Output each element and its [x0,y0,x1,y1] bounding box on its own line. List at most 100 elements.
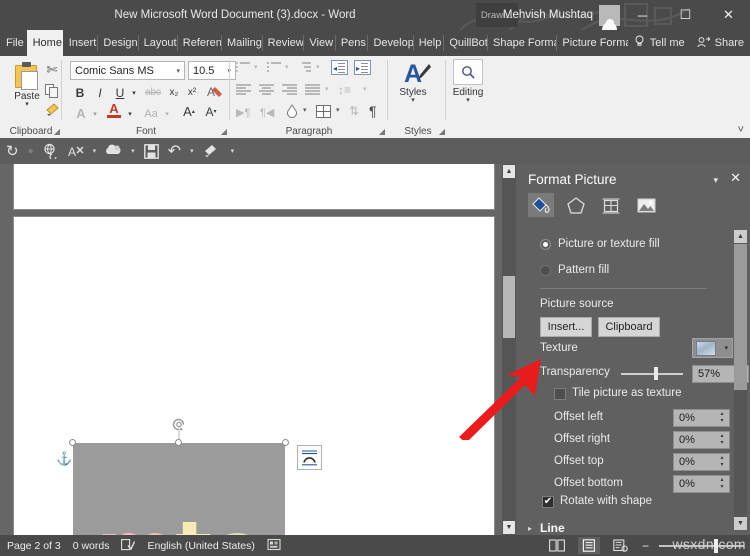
line-spacing-icon[interactable]: ↕≡ [338,83,351,97]
spinner-arrows-icon[interactable]: ▴▾ [717,454,727,470]
accessibility-icon[interactable] [267,538,281,554]
chevron-down-icon[interactable]: ▾ [411,97,415,104]
spinner-arrows-icon[interactable]: ▴▾ [717,432,727,448]
align-center-icon[interactable] [259,84,274,95]
tab-pens[interactable]: Pens [334,30,368,56]
maximize-button[interactable]: ☐ [664,0,707,30]
scroll-down-icon[interactable]: ▼ [503,521,515,534]
word-count[interactable]: 0 words [73,540,110,552]
tab-view[interactable]: View [303,30,334,56]
offset-top-input[interactable]: 0% ▴ ▾ [673,453,730,471]
tab-design[interactable]: Design [97,30,138,56]
scrollbar-thumb[interactable] [503,276,515,338]
document-scrollbar[interactable]: ▲ ▼ [502,164,516,535]
offset-left-input[interactable]: 0% ▴ ▾ [673,409,730,427]
font-dialog-launcher[interactable]: ◢ [221,127,227,136]
layout-options-icon[interactable] [297,445,322,470]
pane-scrollbar[interactable]: ▲ ▼ [734,230,747,530]
subscript-button[interactable]: x₂ [166,83,182,102]
tab-help[interactable]: Help [412,30,444,56]
language-label[interactable]: English (United States) [147,540,254,552]
italic-button[interactable]: I [92,83,108,102]
clipboard-button[interactable]: Clipboard [598,317,660,337]
fill-and-line-tab[interactable] [528,193,554,217]
spelling-check-icon[interactable]: A [68,142,84,160]
paste-button[interactable]: Paste ▾ [8,60,46,122]
scroll-up-icon[interactable]: ▲ [734,230,747,243]
bullets-caret-icon[interactable]: ▾ [254,63,258,71]
right-to-left-icon[interactable]: ¶◀ [260,106,274,119]
bullet-list-icon[interactable] [236,62,250,72]
selected-picture[interactable]: mte [69,418,289,535]
tab-review[interactable]: Review [261,30,303,56]
align-left-icon[interactable] [236,84,251,95]
record-dot-icon[interactable]: ● [28,142,34,160]
align-caret-icon[interactable]: ▾ [325,85,329,93]
change-case-caret-icon[interactable]: ▾ [162,104,172,123]
multilevel-caret-icon[interactable]: ▾ [316,63,320,71]
styles-dialog-launcher[interactable]: ◢ [439,127,445,136]
offset-right-input[interactable]: 0% ▴ ▾ [673,431,730,449]
decrease-indent-icon[interactable]: ◂ [331,60,348,75]
scroll-down-icon[interactable]: ▼ [734,517,747,530]
bold-button[interactable]: B [72,83,88,102]
layout-properties-tab[interactable] [598,193,624,217]
font-name-combo[interactable]: Comic Sans MS ▾ [70,61,185,80]
chevron-down-icon[interactable]: ▾ [466,97,470,104]
fill-option-pattern[interactable]: Pattern fill [540,264,609,276]
resize-handle-top-right[interactable] [282,439,289,446]
transparency-slider-thumb[interactable] [654,367,658,380]
page-info[interactable]: Page 2 of 3 [7,540,61,552]
editing-button[interactable]: Editing ▾ [446,59,490,123]
zoom-out-button[interactable]: − [642,539,649,553]
rotate-handle-icon[interactable] [172,417,187,432]
fill-option-picture-or-texture[interactable]: Picture or texture fill [540,238,660,250]
insert-button[interactable]: Insert... [540,317,592,337]
shading-caret-icon[interactable]: ▾ [303,106,307,114]
share-button[interactable]: Share [691,36,750,51]
shrink-font-button[interactable]: A ▾ [202,102,220,121]
pane-scrollbar-thumb[interactable] [734,244,747,390]
spinner-arrows-icon[interactable]: ▴▾ [717,410,727,426]
effects-tab[interactable] [563,193,589,217]
tile-picture-checkbox[interactable] [554,388,566,400]
borders-caret-icon[interactable]: ▾ [336,106,340,114]
tab-quillbot[interactable]: QuillBot [443,30,487,56]
tab-developer[interactable]: Develop [367,30,413,56]
underline-options-caret-icon[interactable]: ▾ [129,83,139,102]
minimize-button[interactable]: ─ [621,0,664,30]
text-highlight-icon[interactable]: A [72,104,90,123]
web-layout-icon[interactable] [610,537,632,554]
line-section-header[interactable]: ▸ Line [528,521,565,535]
globe-link-icon[interactable] [43,142,59,160]
font-color-caret-icon[interactable]: ▾ [125,104,135,123]
scroll-up-icon[interactable]: ▲ [503,165,515,178]
numbering-caret-icon[interactable]: ▾ [285,63,289,71]
proofing-errors-icon[interactable] [121,538,136,554]
tab-home[interactable]: Home [26,30,63,56]
tell-me-button[interactable]: Tell me [628,35,691,51]
resize-handle-top-center[interactable] [175,439,182,446]
tab-insert[interactable]: Insert [63,30,98,56]
pane-options-caret-icon[interactable]: ▾ [713,175,718,186]
tab-references[interactable]: Referen [176,30,221,56]
format-painter-icon[interactable] [42,101,62,119]
borders-icon[interactable] [316,105,331,118]
align-right-icon[interactable] [282,84,297,95]
resize-handle-top-left[interactable] [69,439,76,446]
texture-picker[interactable]: ▾ [692,338,733,358]
tab-picture-format[interactable]: Picture Format [556,30,628,56]
collapse-ribbon-icon[interactable]: ˅ [738,124,744,136]
line-spacing-caret-icon[interactable]: ▾ [363,85,367,93]
quillbot-paraphrase-icon[interactable] [105,142,122,160]
transparency-slider[interactable] [621,373,683,375]
copy-icon[interactable] [42,82,62,100]
highlight-caret-icon[interactable]: ▾ [90,104,100,123]
strikethrough-button[interactable]: abc [142,83,164,102]
grow-font-button[interactable]: A ▴ [180,102,198,121]
change-case-button[interactable]: Aa [140,104,162,123]
save-icon[interactable] [143,142,159,160]
shading-icon[interactable] [286,104,300,118]
justify-icon[interactable] [305,84,320,95]
tab-shape-format[interactable]: Shape Format [487,30,556,56]
